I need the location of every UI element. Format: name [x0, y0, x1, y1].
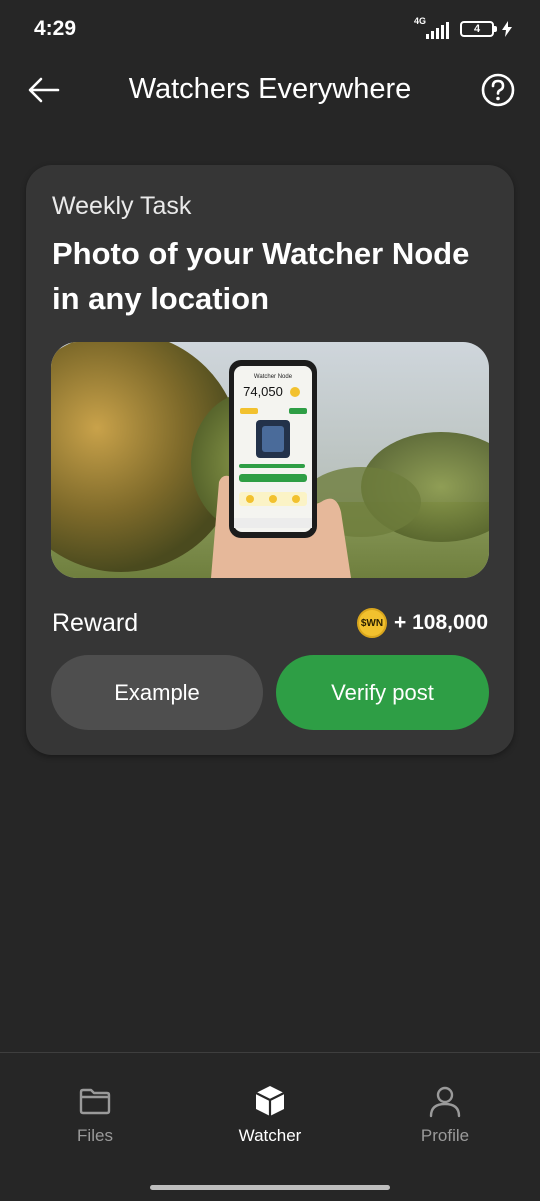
- status-time: 4:29: [34, 17, 77, 40]
- task-image: Watcher Node 74,050: [51, 342, 489, 578]
- status-bar: 4:29 4G 4: [0, 0, 540, 60]
- nav-item-watcher[interactable]: Watcher: [210, 1083, 330, 1146]
- status-icons: 4G 4: [414, 16, 512, 40]
- task-title: Photo of your Watcher Node in any locati…: [52, 236, 470, 316]
- reward-row: Reward $WN + 108,000: [52, 605, 488, 641]
- signal-icon: 4G: [414, 16, 452, 40]
- reward-value: $WN + 108,000: [356, 608, 488, 638]
- reward-amount: + 108,000: [393, 611, 488, 634]
- example-button[interactable]: Example: [51, 655, 263, 730]
- task-type: Weekly Task: [52, 192, 192, 220]
- cube-icon: [255, 1086, 285, 1116]
- nav-label-watcher: Watcher: [238, 1126, 302, 1145]
- charging-icon: [502, 21, 512, 37]
- verify-post-button[interactable]: Verify post: [276, 655, 489, 730]
- question-circle-icon[interactable]: [480, 72, 516, 108]
- home-indicator[interactable]: [150, 1185, 390, 1190]
- reward-label: Reward: [52, 608, 139, 637]
- network-type: 4G: [414, 16, 427, 26]
- battery-icon: 4: [460, 21, 497, 37]
- phone-header: Watcher Node: [254, 374, 293, 380]
- nav-item-profile[interactable]: Profile: [385, 1083, 505, 1146]
- app-header: Watchers Everywhere: [0, 60, 540, 120]
- nav-label-profile: Profile: [420, 1126, 470, 1145]
- task-card: Weekly Task Photo of your Watcher Node i…: [26, 165, 514, 755]
- battery-level: 4: [473, 23, 481, 35]
- coin-icon: $WN: [356, 608, 387, 638]
- nav-item-files[interactable]: Files: [35, 1083, 155, 1146]
- page-title: Watchers Everywhere: [128, 73, 412, 105]
- nav-label-files: Files: [77, 1126, 113, 1145]
- park-photo-illustration: Watcher Node 74,050: [51, 342, 489, 578]
- bottom-nav: Files Watcher Profile: [0, 1052, 540, 1201]
- phone-balance: 74,050: [243, 384, 283, 399]
- user-icon: [429, 1086, 461, 1118]
- folder-icon: [79, 1088, 111, 1115]
